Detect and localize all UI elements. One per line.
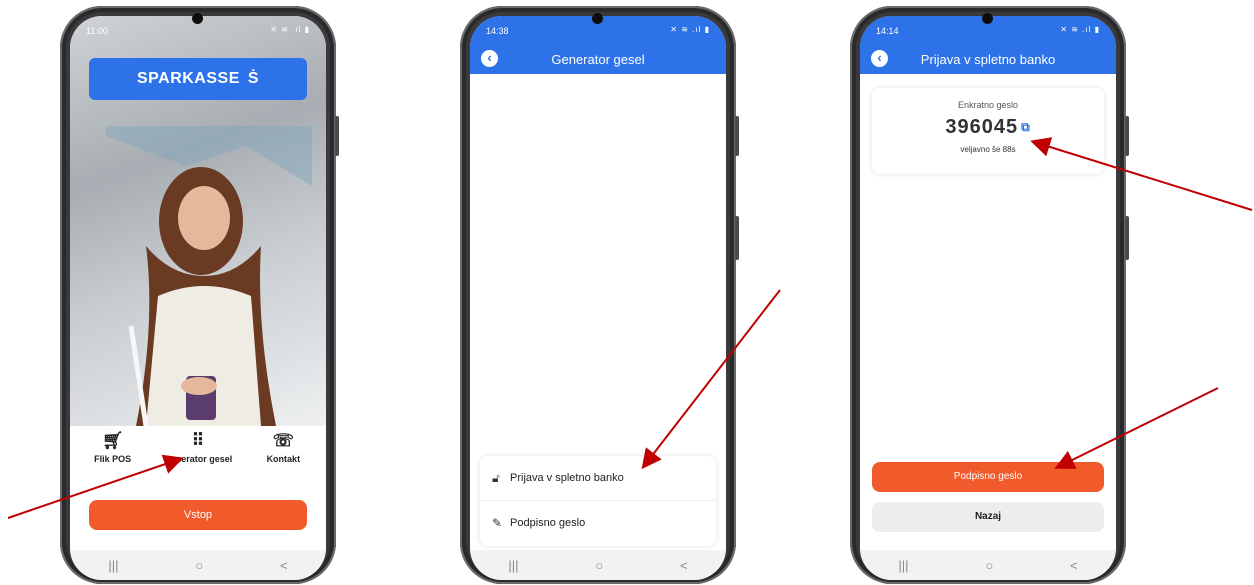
home-button[interactable]: ○	[195, 558, 203, 573]
quick-actions: 🛒︎ Flik POS ⠿ Generator gesel ☏ Kontakt	[70, 428, 326, 488]
keypad-icon: ⠿	[191, 431, 205, 450]
status-time: 14:38	[486, 26, 509, 36]
sparkasse-logo: SPARKASSE Ṡ	[89, 58, 307, 100]
flik-pos-button[interactable]: 🛒︎ Flik POS	[77, 428, 149, 488]
system-nav-bar: ||| ○ <	[70, 550, 326, 580]
camera-icon	[982, 13, 993, 24]
recent-apps-button[interactable]: |||	[898, 558, 908, 573]
menu-item-podpisno[interactable]: ✎ Podpisno geslo	[480, 500, 716, 545]
flik-pos-label: Flik POS	[94, 454, 132, 464]
phone-icon: ☏	[272, 431, 294, 450]
vstop-button[interactable]: Vstop	[89, 500, 307, 530]
system-nav-bar: ||| ○ <	[860, 550, 1116, 580]
page-title: Prijava v spletno banko	[920, 52, 1056, 67]
status-icons: ✕ ≋ .ıl ▮	[270, 25, 310, 34]
back-button[interactable]: <	[680, 558, 688, 573]
phone-otp: 14:14 ✕ ≋ .ıl ▮ ‹ Prijava v spletno bank…	[850, 6, 1129, 584]
otp-label: Enkratno geslo	[957, 100, 1019, 110]
status-icons: ✕ ≋ .ıl ▮	[1060, 25, 1100, 34]
otp-screen: 14:14 ✕ ≋ .ıl ▮ ‹ Prijava v spletno bank…	[860, 16, 1116, 580]
camera-icon	[592, 13, 603, 24]
menu-item-label: Prijava v spletno banko	[510, 472, 624, 484]
sparkasse-s-icon: Ṡ	[247, 70, 259, 87]
back-button[interactable]: <	[1070, 558, 1078, 573]
camera-icon	[192, 13, 203, 24]
app-bar: 14:38 ✕ ≋ .ıl ▮ ‹ Generator gesel	[470, 16, 726, 74]
back-button[interactable]: <	[280, 558, 288, 573]
podpisno-geslo-button[interactable]: Podpisno geslo	[872, 462, 1104, 492]
system-nav-bar: ||| ○ <	[470, 550, 726, 580]
home-button[interactable]: ○	[595, 558, 603, 573]
otp-code: 396045	[945, 116, 1019, 138]
status-time: 14:14	[876, 26, 899, 36]
generator-gesel-button[interactable]: ⠿ Generator gesel	[162, 428, 234, 488]
recent-apps-button[interactable]: |||	[108, 558, 118, 573]
nazaj-button[interactable]: Nazaj	[872, 502, 1104, 532]
phone-generator: 14:38 ✕ ≋ .ıl ▮ ‹ Generator gesel 🔓︎ Pri…	[460, 6, 739, 584]
kontakt-label: Kontakt	[266, 454, 301, 464]
generator-gesel-label: Generator gesel	[163, 454, 233, 464]
recent-apps-button[interactable]: |||	[508, 558, 518, 573]
menu-item-prijava[interactable]: 🔓︎ Prijava v spletno banko	[480, 456, 716, 500]
app-bar: 14:14 ✕ ≋ .ıl ▮ ‹ Prijava v spletno bank…	[860, 16, 1116, 74]
otp-card: Enkratno geslo 396045 ⧉ veljavno še 88s	[872, 88, 1104, 174]
status-time: 11:00	[86, 26, 108, 36]
pencil-icon: ✎	[492, 516, 503, 530]
generator-screen: 14:38 ✕ ≋ .ıl ▮ ‹ Generator gesel 🔓︎ Pri…	[470, 16, 726, 580]
brand-name: SPARKASSE	[136, 70, 240, 87]
woman-photo	[106, 126, 312, 426]
home-button[interactable]: ○	[985, 558, 993, 573]
lock-icon: 🔓︎	[492, 470, 500, 485]
cart-icon: 🛒︎	[101, 431, 124, 450]
generator-menu: 🔓︎ Prijava v spletno banko ✎ Podpisno ge…	[480, 456, 716, 546]
menu-item-label: Podpisno geslo	[510, 517, 586, 529]
hero-background: 11:00 ✕ ≋ .ıl ▮ SPARKASSE Ṡ	[70, 16, 326, 426]
home-screen: 11:00 ✕ ≋ .ıl ▮ SPARKASSE Ṡ 🛒︎ Flik POS …	[70, 16, 326, 580]
page-title: Generator gesel	[551, 52, 645, 67]
copy-icon[interactable]: ⧉	[1021, 120, 1031, 134]
kontakt-button[interactable]: ☏ Kontakt	[247, 428, 319, 488]
status-icons: ✕ ≋ .ıl ▮	[670, 25, 710, 34]
phone-home: 11:00 ✕ ≋ .ıl ▮ SPARKASSE Ṡ 🛒︎ Flik POS …	[60, 6, 339, 584]
otp-validity: veljavno še 88s	[960, 145, 1016, 154]
